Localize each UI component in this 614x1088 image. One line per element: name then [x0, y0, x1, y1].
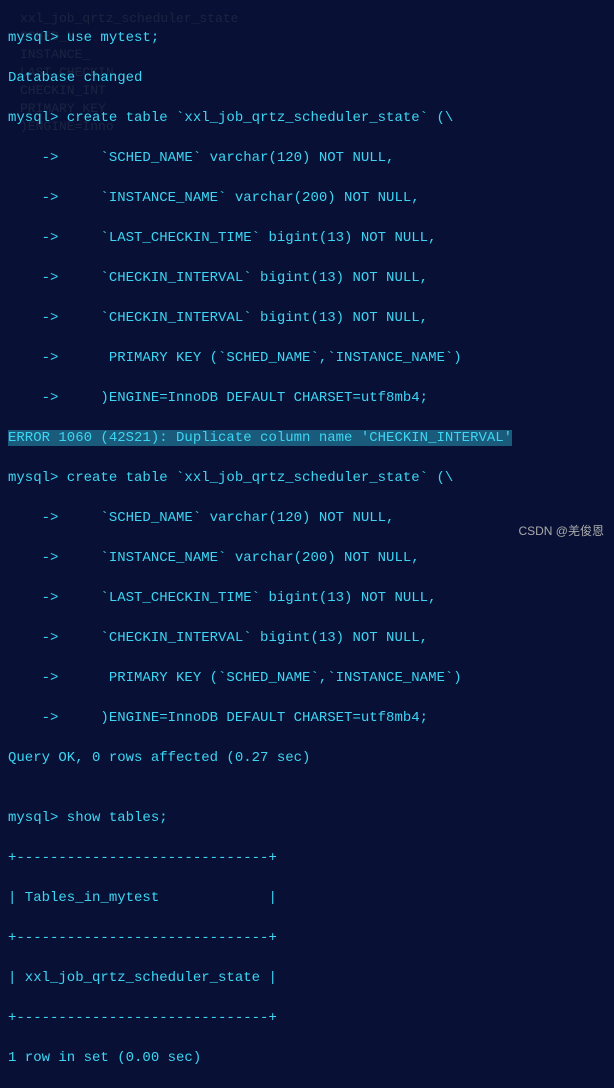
terminal-line: | xxl_job_qrtz_scheduler_state | [8, 968, 606, 988]
error-highlighted: ERROR 1060 (42S21): Duplicate column nam… [8, 430, 512, 446]
terminal-line: -> `INSTANCE_NAME` varchar(200) NOT NULL… [8, 188, 606, 208]
terminal-line: Database changed [8, 68, 606, 88]
terminal-line: -> )ENGINE=InnoDB DEFAULT CHARSET=utf8mb… [8, 388, 606, 408]
terminal-line: -> `LAST_CHECKIN_TIME` bigint(13) NOT NU… [8, 228, 606, 248]
terminal-line: +------------------------------+ [8, 1008, 606, 1028]
terminal-line: -> `CHECKIN_INTERVAL` bigint(13) NOT NUL… [8, 628, 606, 648]
error-line: ERROR 1060 (42S21): Duplicate column nam… [8, 428, 606, 448]
terminal-output: mysql> use mytest; Database changed mysq… [8, 8, 606, 1088]
terminal-line: +------------------------------+ [8, 928, 606, 948]
terminal-line: -> `CHECKIN_INTERVAL` bigint(13) NOT NUL… [8, 268, 606, 288]
terminal-line: mysql> create table `xxl_job_qrtz_schedu… [8, 108, 606, 128]
watermark: CSDN @羌俊恩 [518, 521, 604, 541]
terminal-line: -> PRIMARY KEY (`SCHED_NAME`,`INSTANCE_N… [8, 348, 606, 368]
terminal-line: -> `INSTANCE_NAME` varchar(200) NOT NULL… [8, 548, 606, 568]
terminal-line: -> PRIMARY KEY (`SCHED_NAME`,`INSTANCE_N… [8, 668, 606, 688]
terminal-line: mysql> create table `xxl_job_qrtz_schedu… [8, 468, 606, 488]
terminal-line: +------------------------------+ [8, 848, 606, 868]
terminal-line: 1 row in set (0.00 sec) [8, 1048, 606, 1068]
terminal-line: mysql> use mytest; [8, 28, 606, 48]
terminal-line: | Tables_in_mytest | [8, 888, 606, 908]
terminal-line: -> `SCHED_NAME` varchar(120) NOT NULL, [8, 148, 606, 168]
terminal-line: -> `CHECKIN_INTERVAL` bigint(13) NOT NUL… [8, 308, 606, 328]
terminal-line: -> `LAST_CHECKIN_TIME` bigint(13) NOT NU… [8, 588, 606, 608]
terminal-line: Query OK, 0 rows affected (0.27 sec) [8, 748, 606, 768]
terminal-line: mysql> show tables; [8, 808, 606, 828]
terminal-line: -> )ENGINE=InnoDB DEFAULT CHARSET=utf8mb… [8, 708, 606, 728]
terminal-line: -> `SCHED_NAME` varchar(120) NOT NULL, [8, 508, 606, 528]
